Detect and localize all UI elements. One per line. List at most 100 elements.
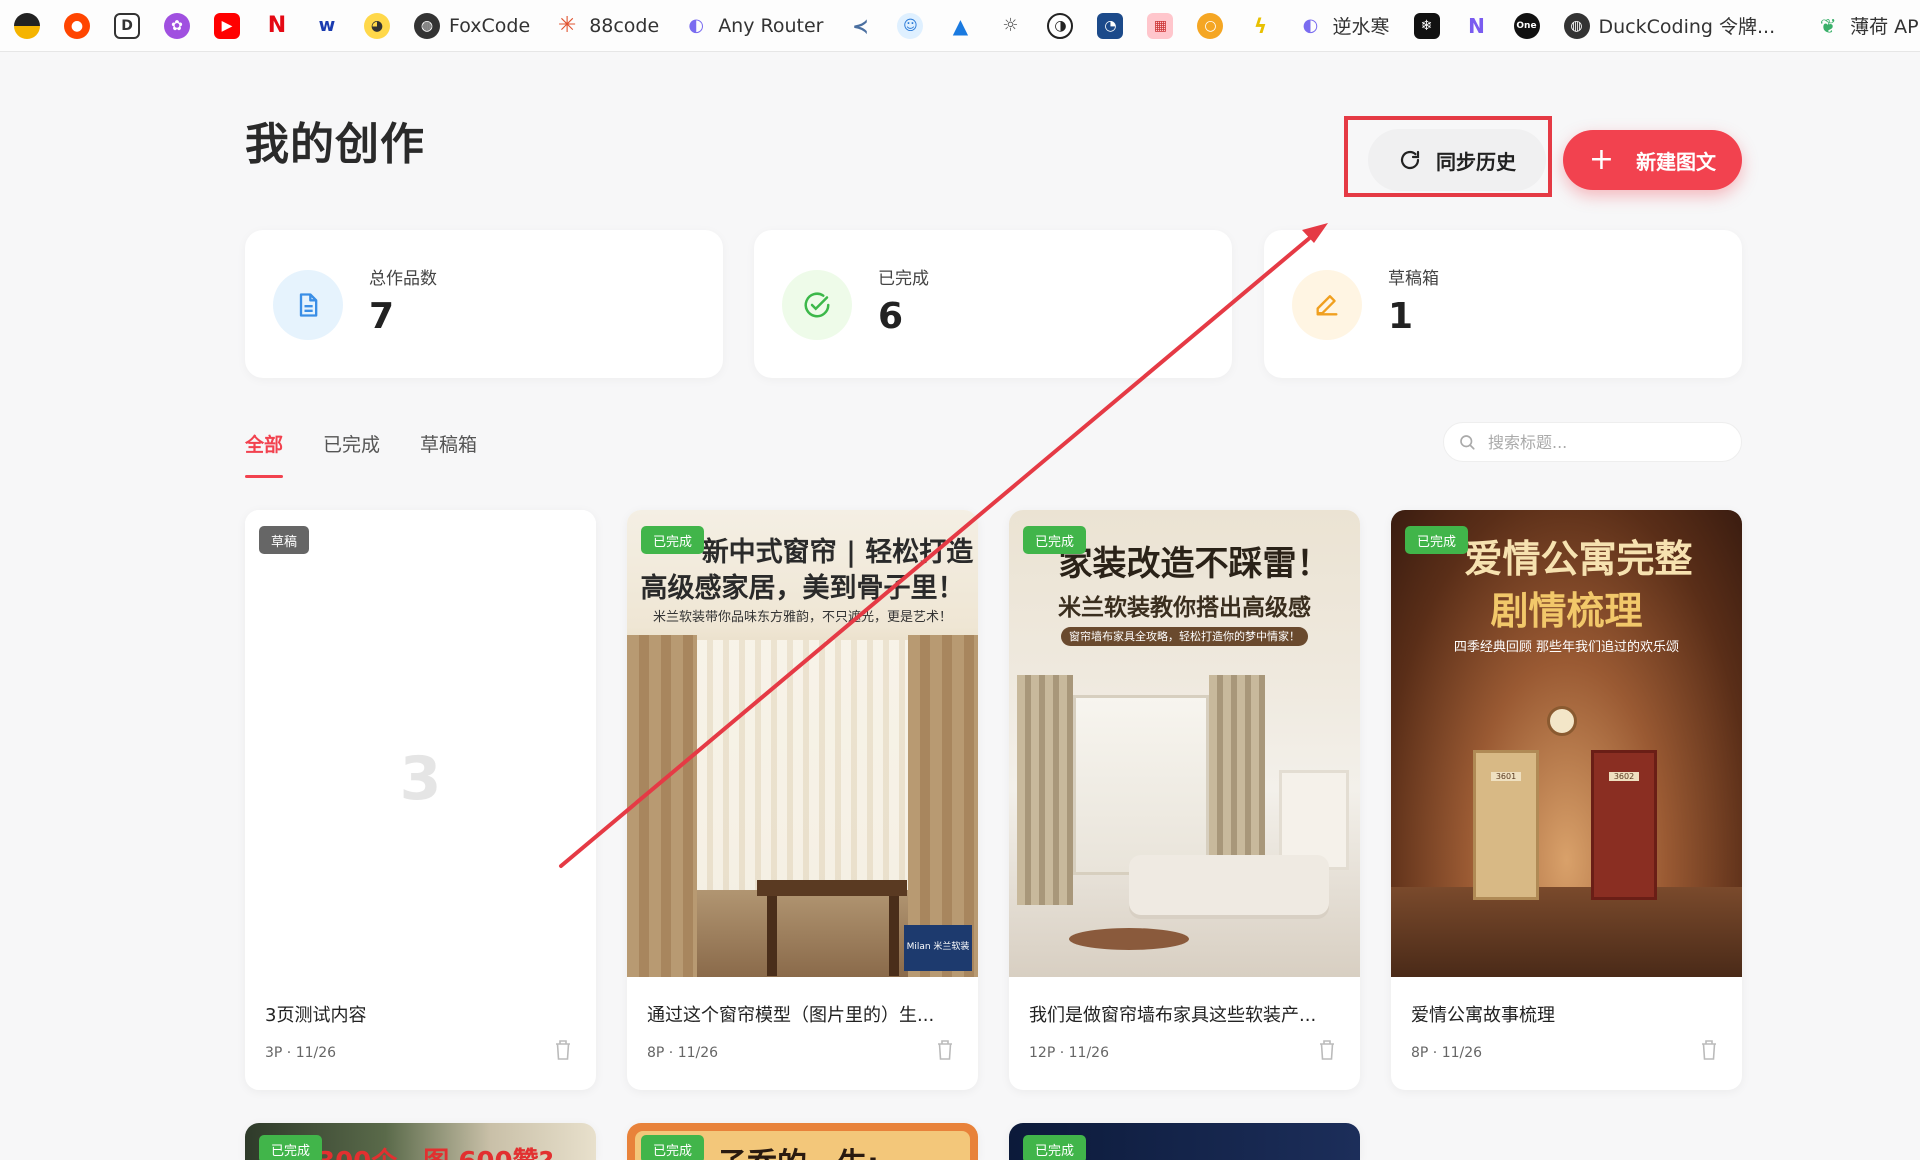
tab-drafts[interactable]: 草稿箱 <box>420 430 477 478</box>
bookmark-12[interactable]: ≺ <box>847 0 873 51</box>
search-input[interactable] <box>1488 432 1728 452</box>
trash-icon[interactable] <box>936 1039 954 1061</box>
card-cover: 已完成 子乔的一生: <box>627 1123 978 1160</box>
trash-icon[interactable] <box>554 1039 572 1061</box>
pixel-icon: ▦ <box>1147 12 1174 39</box>
bookmark-foxcode[interactable]: ◍ FoxCode <box>414 0 530 51</box>
card-cover: 草稿 3 <box>245 510 596 977</box>
desk <box>757 880 907 896</box>
status-badge: 已完成 <box>1023 1135 1087 1160</box>
stat-label: 已完成 <box>878 269 929 289</box>
brand-logo: Milan 米兰软装 <box>904 925 972 971</box>
stat-value: 7 <box>369 296 395 337</box>
bookmark-22[interactable]: ❄ <box>1413 0 1440 51</box>
status-badge: 已完成 <box>1405 526 1469 554</box>
status-badge: 已完成 <box>259 1135 323 1160</box>
door-left-number: 3601 <box>1491 772 1521 781</box>
cover-subtitle-pill: 窗帘墙布家具全攻略，轻松打造你的梦中情家！ <box>1009 627 1360 646</box>
trash-icon[interactable] <box>1700 1039 1718 1061</box>
trash-icon[interactable] <box>1318 1039 1336 1061</box>
bookmark-nishuihan[interactable]: ◐ 逆水寒 <box>1297 0 1390 51</box>
sync-history-button[interactable]: 同步历史 <box>1368 129 1546 191</box>
bookmark-duckcoding[interactable]: ◍ DuckCoding 令牌... <box>1563 0 1775 51</box>
stat-value: 6 <box>878 296 904 337</box>
bookmark-19[interactable]: ○ <box>1197 0 1224 51</box>
bookmark-2[interactable]: ● <box>64 0 90 51</box>
bug-icon: ☼ <box>1002 15 1019 36</box>
mint-icon: ❦ <box>1819 13 1837 38</box>
chevrons-icon: ≺ <box>852 13 869 38</box>
bookmark-14[interactable]: ▲ <box>947 0 973 51</box>
curtain-left <box>627 635 697 977</box>
bookmark-5[interactable]: ▶ <box>214 0 240 51</box>
w-logo-icon: w <box>318 15 336 36</box>
router-icon: ◐ <box>1302 15 1319 36</box>
stat-card-total: 总作品数 7 <box>245 230 723 378</box>
bookmark-17[interactable]: ◔ <box>1097 0 1124 51</box>
bookmark-88code[interactable]: ✳ 88code <box>554 0 659 51</box>
bookmark-15[interactable]: ☼ <box>997 0 1023 51</box>
work-card[interactable]: 已完成 爱情公寓完整 剧情梳理 四季经典回顾 那些年我们追过的欢乐颂 3601 … <box>1391 510 1742 1090</box>
window <box>1073 695 1209 875</box>
bookmark-mint-api[interactable]: ❦ 薄荷 API <box>1815 0 1920 51</box>
tab-all[interactable]: 全部 <box>245 430 284 478</box>
bookmark-3[interactable]: D <box>114 0 140 51</box>
youtube-icon: ▶ <box>214 12 240 39</box>
n-logo-icon: N <box>1468 13 1485 38</box>
bookmark-23[interactable]: N <box>1464 0 1490 51</box>
card-cover: 已完成 家装改造不踩雷！ 米兰软装教你搭出高级感 窗帘墙布家具全攻略，轻松打造你… <box>1009 510 1360 977</box>
netflix-icon: N <box>267 13 287 38</box>
swirl-icon: ◑ <box>1047 12 1074 39</box>
reddit-icon: ● <box>64 12 90 39</box>
tab-done[interactable]: 已完成 <box>323 430 380 478</box>
bookmark-24[interactable]: One <box>1513 0 1540 51</box>
new-post-label: 新建图文 <box>1636 149 1717 174</box>
coffee-table <box>1069 928 1189 950</box>
sofa <box>1129 855 1329 915</box>
document-icon <box>273 270 343 340</box>
search-box[interactable] <box>1443 422 1742 462</box>
check-circle-icon <box>782 270 852 340</box>
work-card[interactable]: 已完成 <box>1009 1123 1360 1160</box>
stat-label: 总作品数 <box>369 269 437 289</box>
work-card[interactable]: 已完成 家装改造不踩雷！ 米兰软装教你搭出高级感 窗帘墙布家具全攻略，轻松打造你… <box>1009 510 1360 1090</box>
triangle-icon: ▲ <box>952 13 969 38</box>
stat-value: 1 <box>1388 296 1414 337</box>
work-card[interactable]: 已完成 子乔的一生: <box>627 1123 978 1160</box>
bookmark-20[interactable]: ϟ <box>1247 0 1273 51</box>
bookmark-6[interactable]: N <box>264 0 290 51</box>
pikachu-icon: ϟ <box>1253 13 1268 38</box>
search-icon <box>1460 435 1475 450</box>
bookmark-18[interactable]: ▦ <box>1147 0 1174 51</box>
cover-subtitle: 四季经典回顾 那些年我们追过的欢乐颂 <box>1453 640 1680 655</box>
cover-headline: 300个…图 600赞? <box>317 1141 554 1160</box>
cover-headline: 剧情梳理 <box>1490 588 1643 633</box>
cover-headline: 子乔的一生: <box>717 1139 879 1160</box>
bookmark-16[interactable]: ◑ <box>1047 0 1074 51</box>
bookmark-7[interactable]: w <box>314 0 340 51</box>
stat-card-done: 已完成 6 <box>754 230 1232 378</box>
half-moon-icon <box>14 12 40 39</box>
sync-history-label: 同步历史 <box>1436 149 1516 174</box>
work-card[interactable]: 草稿 3 3页测试内容 3P · 11/26 <box>245 510 596 1090</box>
card-title: 我们是做窗帘墙布家具这些软装产... <box>1029 1005 1317 1026</box>
cover-headline: 高级感家居，美到骨子里！ <box>640 573 965 604</box>
work-card[interactable]: 已完成 300个…图 600赞? <box>245 1123 596 1160</box>
bookmark-1[interactable] <box>14 0 40 51</box>
card-info: 8P · 11/26 <box>647 1045 719 1061</box>
status-badge: 草稿 <box>259 526 310 554</box>
card-title: 爱情公寓故事梳理 <box>1411 1005 1555 1026</box>
bookmark-4[interactable]: ✿ <box>164 0 190 51</box>
page-title: 我的创作 <box>245 119 425 170</box>
bookmark-8[interactable]: ◕ <box>364 0 390 51</box>
card-cover: 已完成 新中式窗帘 | 轻松打造 高级感家居，美到骨子里！ 米兰软装带你品味东方… <box>627 510 978 977</box>
work-card[interactable]: 已完成 新中式窗帘 | 轻松打造 高级感家居，美到骨子里！ 米兰软装带你品味东方… <box>627 510 978 1090</box>
bookmark-any-router[interactable]: ◐ Any Router <box>683 0 823 51</box>
card-info: 3P · 11/26 <box>265 1045 337 1061</box>
desk-leg <box>767 896 777 976</box>
bookmark-13[interactable]: ☺ <box>897 0 924 51</box>
new-post-button[interactable]: + 新建图文 <box>1563 130 1742 190</box>
card-cover: 已完成 300个…图 600赞? <box>245 1123 596 1160</box>
card-info: 12P · 11/26 <box>1029 1045 1109 1061</box>
cover-subtitle: 米兰软装带你品味东方雅韵，不只遮光，更是艺术！ <box>652 610 952 625</box>
